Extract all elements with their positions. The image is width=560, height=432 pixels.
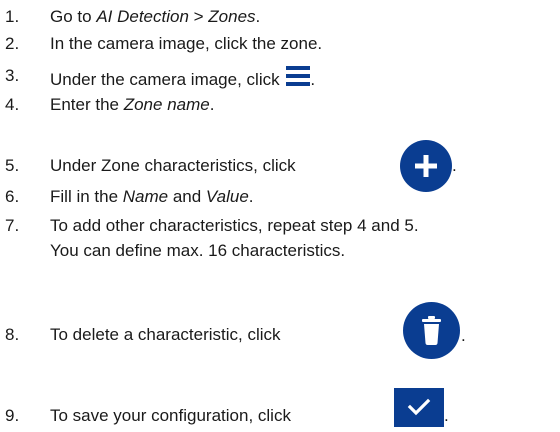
step-text-part: . — [248, 187, 254, 206]
trash-glyph — [422, 316, 441, 345]
step-number: 2. — [5, 34, 20, 53]
step-8-end: . — [461, 326, 466, 345]
step-text: To save your configuration, click — [50, 406, 291, 425]
field-name: Name — [122, 187, 169, 206]
step-text: In the camera image, click the zone. — [50, 34, 323, 53]
step-number: 1. — [5, 7, 20, 26]
step-text-part: . — [209, 95, 215, 114]
step-number: 7. — [5, 216, 20, 235]
step-number: 4. — [5, 95, 20, 114]
step-number: 3. — [5, 66, 20, 85]
checkmark-icon[interactable] — [394, 388, 444, 427]
step-text-part: . — [255, 7, 261, 26]
step-number: 8. — [5, 325, 20, 344]
step-text-part: Go to — [50, 7, 97, 26]
step-text-part: Fill in the — [50, 187, 123, 206]
step-text-part: Under Zone characteristics, click — [50, 156, 296, 175]
step-number: 9. — [5, 406, 20, 425]
step-text-part: Enter the — [50, 95, 124, 114]
step-text: Under Zone characteristics, click — [50, 156, 296, 176]
step-text: To delete a characteristic, click — [50, 325, 281, 344]
check-glyph — [407, 398, 431, 416]
step-5-end: . — [452, 156, 457, 175]
step-text: To add other characteristics, repeat ste… — [50, 216, 419, 235]
field-value: Value — [205, 187, 249, 206]
step-number: 6. — [5, 187, 20, 206]
step-text-part: > — [188, 7, 209, 26]
step-text: Enter the Zone name. — [50, 95, 214, 115]
menu-path-zones: Zones — [208, 7, 256, 26]
step-text: Fill in the Name and Value. — [50, 187, 254, 207]
step-text-part: . — [310, 70, 316, 89]
menu-path-ai-detection: AI Detection — [96, 7, 189, 26]
step-text: Under the camera image, click . — [50, 66, 315, 90]
step-text: Go to AI Detection > Zones. — [50, 7, 260, 27]
plus-circle-icon[interactable] — [400, 140, 452, 192]
step-text-part: and — [168, 187, 206, 206]
trash-circle-icon[interactable] — [403, 302, 460, 359]
step-number: 5. — [5, 156, 20, 175]
field-zone-name: Zone name — [123, 95, 210, 114]
plus-glyph — [415, 155, 437, 177]
step-7-note: You can define max. 16 characteristics. — [50, 241, 346, 260]
list-menu-icon[interactable] — [286, 66, 311, 86]
step-9-end: . — [444, 406, 449, 425]
step-text-part: Under the camera image, click — [50, 70, 280, 89]
